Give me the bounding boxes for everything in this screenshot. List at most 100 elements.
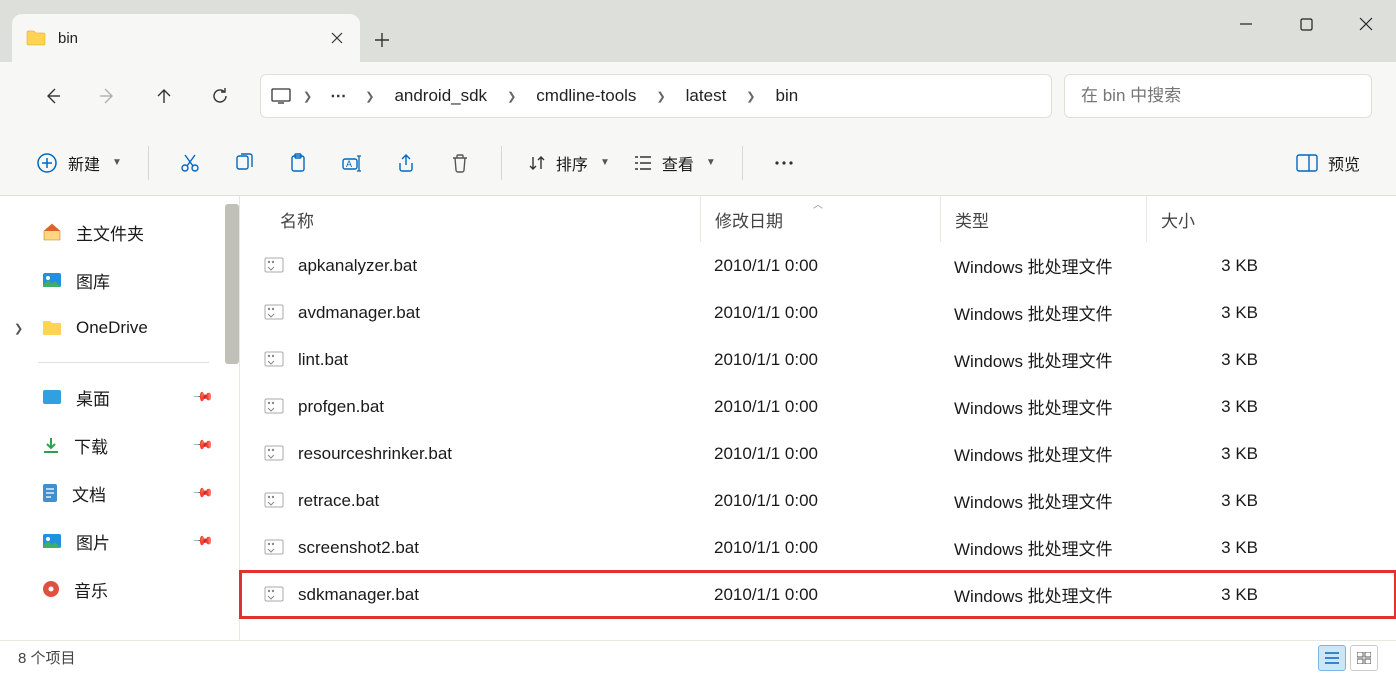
- more-button[interactable]: [757, 142, 811, 184]
- sort-label: 排序: [556, 151, 588, 175]
- sidebar-item-home[interactable]: 主文件夹: [0, 208, 239, 256]
- separator: [501, 146, 502, 180]
- view-icon: [634, 155, 652, 171]
- bat-file-icon: [264, 492, 286, 510]
- tab-close-button[interactable]: [328, 29, 346, 47]
- status-bar: 8 个项目: [0, 640, 1396, 674]
- sidebar-item-desktop[interactable]: 桌面 📌: [0, 373, 239, 421]
- file-row[interactable]: avdmanager.bat2010/1/1 0:00Windows 批处理文件…: [240, 289, 1396, 336]
- share-button[interactable]: [379, 142, 433, 184]
- file-type: Windows 批处理文件: [940, 535, 1146, 560]
- up-button[interactable]: [136, 72, 192, 120]
- back-button[interactable]: [24, 72, 80, 120]
- file-size: 3 KB: [1146, 256, 1272, 276]
- bat-file-icon: [264, 351, 286, 369]
- chevron-down-icon: ▼: [706, 157, 716, 168]
- file-row[interactable]: profgen.bat2010/1/1 0:00Windows 批处理文件3 K…: [240, 383, 1396, 430]
- gallery-icon: [42, 272, 62, 288]
- sidebar-item-music[interactable]: 音乐: [0, 565, 239, 613]
- column-header-size[interactable]: 大小: [1146, 196, 1286, 242]
- separator: [38, 362, 209, 363]
- file-name: retrace.bat: [298, 491, 379, 511]
- cut-button[interactable]: [163, 142, 217, 184]
- pin-icon: 📌: [192, 482, 215, 505]
- view-button[interactable]: 查看 ▼: [622, 142, 728, 184]
- file-name: avdmanager.bat: [298, 303, 420, 323]
- details-view-button[interactable]: [1318, 645, 1346, 671]
- file-row[interactable]: lint.bat2010/1/1 0:00Windows 批处理文件3 KB: [240, 336, 1396, 383]
- file-size: 3 KB: [1146, 303, 1272, 323]
- navigation-pane: 主文件夹 图库 ❯ OneDrive 桌面 📌 下载 📌 文档 📌: [0, 196, 240, 640]
- plus-circle-icon: [36, 152, 58, 174]
- file-name: resourceshrinker.bat: [298, 444, 452, 464]
- sidebar-item-label: 主文件夹: [76, 220, 144, 245]
- preview-button[interactable]: 预览: [1284, 151, 1372, 175]
- chevron-right-icon[interactable]: ❯: [501, 90, 522, 103]
- file-row[interactable]: screenshot2.bat2010/1/1 0:00Windows 批处理文…: [240, 524, 1396, 571]
- sidebar-item-pictures[interactable]: 图片 📌: [0, 517, 239, 565]
- chevron-right-icon[interactable]: ❯: [650, 90, 671, 103]
- bat-file-icon: [264, 445, 286, 463]
- file-type: Windows 批处理文件: [940, 253, 1146, 278]
- file-row[interactable]: sdkmanager.bat2010/1/1 0:00Windows 批处理文件…: [240, 571, 1396, 618]
- chevron-right-icon[interactable]: ❯: [297, 90, 318, 103]
- bat-file-icon: [264, 257, 286, 275]
- view-label: 查看: [662, 151, 694, 175]
- file-type: Windows 批处理文件: [940, 441, 1146, 466]
- sort-button[interactable]: 排序 ▼: [516, 142, 622, 184]
- separator: [742, 146, 743, 180]
- file-row[interactable]: retrace.bat2010/1/1 0:00Windows 批处理文件3 K…: [240, 477, 1396, 524]
- pin-icon: 📌: [192, 530, 215, 553]
- breadcrumb-segment[interactable]: bin: [768, 86, 807, 106]
- delete-button[interactable]: [433, 142, 487, 184]
- copy-button[interactable]: [217, 142, 271, 184]
- sidebar-item-documents[interactable]: 文档 📌: [0, 469, 239, 517]
- file-row[interactable]: apkanalyzer.bat2010/1/1 0:00Windows 批处理文…: [240, 242, 1396, 289]
- music-icon: [42, 580, 60, 598]
- breadcrumb-segment[interactable]: android_sdk: [386, 86, 495, 106]
- breadcrumb-segment[interactable]: cmdline-tools: [528, 86, 644, 106]
- file-type: Windows 批处理文件: [940, 488, 1146, 513]
- svg-text:A: A: [346, 159, 352, 169]
- column-header-name[interactable]: 名称: [280, 207, 700, 232]
- tab-title: bin: [58, 30, 316, 47]
- window-tab[interactable]: bin: [12, 14, 360, 62]
- rename-button[interactable]: A: [325, 142, 379, 184]
- titlebar: bin: [0, 0, 1396, 62]
- file-name: lint.bat: [298, 350, 348, 370]
- file-date: 2010/1/1 0:00: [700, 444, 940, 464]
- refresh-button[interactable]: [192, 72, 248, 120]
- forward-button[interactable]: [80, 72, 136, 120]
- file-row[interactable]: resourceshrinker.bat 2010/1/1 0:00Windows…: [240, 430, 1396, 477]
- new-tab-button[interactable]: [360, 18, 404, 62]
- chevron-right-icon: ❯: [14, 322, 23, 335]
- sidebar-item-gallery[interactable]: 图库: [0, 256, 239, 304]
- chevron-up-icon[interactable]: ︿: [813, 196, 823, 211]
- path-overflow[interactable]: ⋯: [324, 86, 353, 106]
- chevron-right-icon[interactable]: ❯: [740, 90, 761, 103]
- thumbnails-view-button[interactable]: [1350, 645, 1378, 671]
- sidebar-item-onedrive[interactable]: ❯ OneDrive: [0, 304, 239, 352]
- file-name: sdkmanager.bat: [298, 585, 419, 605]
- search-input[interactable]: [1064, 74, 1372, 118]
- pc-icon[interactable]: [271, 88, 291, 104]
- chevron-right-icon[interactable]: ❯: [359, 90, 380, 103]
- sidebar-item-downloads[interactable]: 下载 📌: [0, 421, 239, 469]
- bat-file-icon: [264, 398, 286, 416]
- file-date: 2010/1/1 0:00: [700, 256, 940, 276]
- file-type: Windows 批处理文件: [940, 347, 1146, 372]
- file-size: 3 KB: [1146, 585, 1272, 605]
- close-button[interactable]: [1336, 0, 1396, 48]
- sidebar-item-label: 图库: [76, 268, 110, 293]
- new-button[interactable]: 新建 ▼: [24, 142, 134, 184]
- column-header-type[interactable]: 类型: [940, 196, 1146, 242]
- breadcrumb-segment[interactable]: latest: [678, 86, 735, 106]
- breadcrumb[interactable]: ❯ ⋯ ❯ android_sdk ❯ cmdline-tools ❯ late…: [260, 74, 1052, 118]
- file-name: screenshot2.bat: [298, 538, 419, 558]
- new-button-label: 新建: [68, 151, 100, 175]
- paste-button[interactable]: [271, 142, 325, 184]
- sidebar-item-label: 文档: [72, 481, 106, 506]
- content-area: 主文件夹 图库 ❯ OneDrive 桌面 📌 下载 📌 文档 📌: [0, 196, 1396, 640]
- maximize-button[interactable]: [1276, 0, 1336, 48]
- minimize-button[interactable]: [1216, 0, 1276, 48]
